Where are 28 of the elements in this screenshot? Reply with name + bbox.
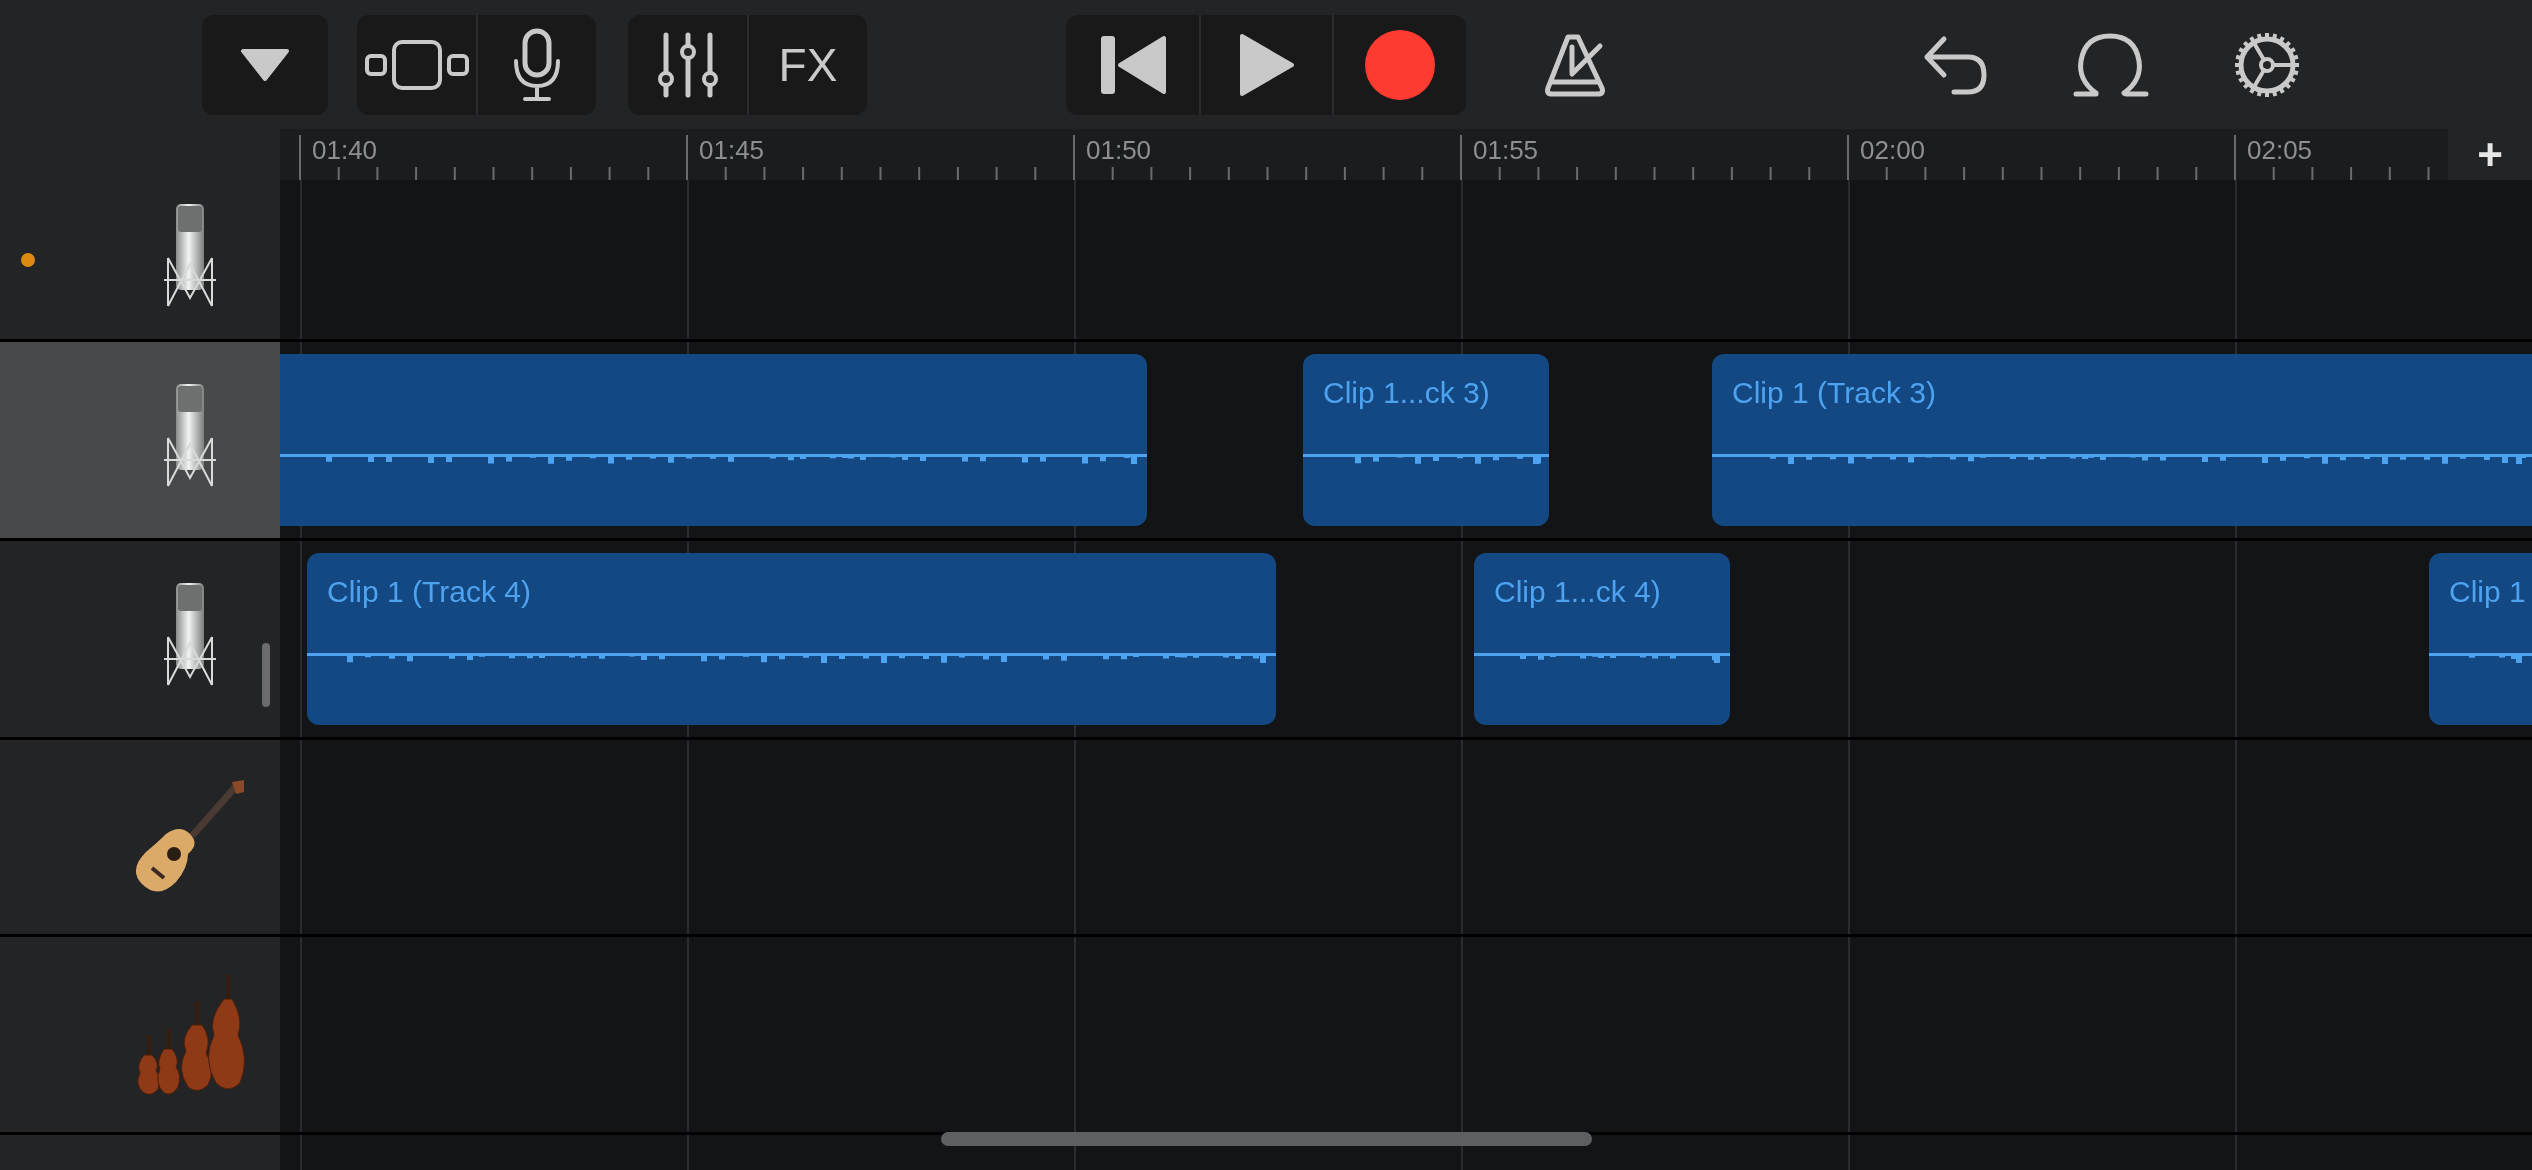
undo-arrow-icon xyxy=(1922,33,1988,96)
record-icon xyxy=(1364,28,1436,101)
audio-clip[interactable]: Clip 1 xyxy=(2429,553,2532,725)
clip-title: Clip 1 xyxy=(2449,575,2526,609)
play-icon xyxy=(1237,31,1296,98)
audio-clip[interactable]: Clip 1 (Track 4) xyxy=(307,553,1276,725)
clip-title: Clip 1...ck 4) xyxy=(1494,575,1661,609)
loop-icon xyxy=(2073,31,2149,98)
dropdown-triangle-icon xyxy=(239,46,291,83)
microphone-icon xyxy=(512,27,562,102)
effects-button[interactable]: FX xyxy=(747,14,867,115)
time-label: 02:00 xyxy=(1860,135,1926,165)
time-label: 01:40 xyxy=(312,135,378,165)
time-label: 01:50 xyxy=(1086,135,1152,165)
audio-clip[interactable] xyxy=(280,354,1147,526)
clip-title: Clip 1 (Track 3) xyxy=(1732,376,1936,410)
audio-clip[interactable]: Clip 1...ck 3) xyxy=(1303,354,1549,526)
time-label: 01:45 xyxy=(699,135,765,165)
audio-clip[interactable]: Clip 1...ck 4) xyxy=(1474,553,1730,725)
clip-title: Clip 1 (Track 4) xyxy=(327,575,531,609)
view-toggle-icon xyxy=(363,38,470,91)
time-label: 02:05 xyxy=(2247,135,2313,165)
mixer-sliders-icon xyxy=(655,31,720,98)
settings-gear-icon xyxy=(2233,30,2301,99)
clip-title: Clip 1...ck 3) xyxy=(1323,376,1490,410)
scroll-indicator xyxy=(262,643,270,707)
time-label: 01:55 xyxy=(1473,135,1539,165)
audio-clip[interactable]: Clip 1 (Track 3) xyxy=(1712,354,2532,526)
